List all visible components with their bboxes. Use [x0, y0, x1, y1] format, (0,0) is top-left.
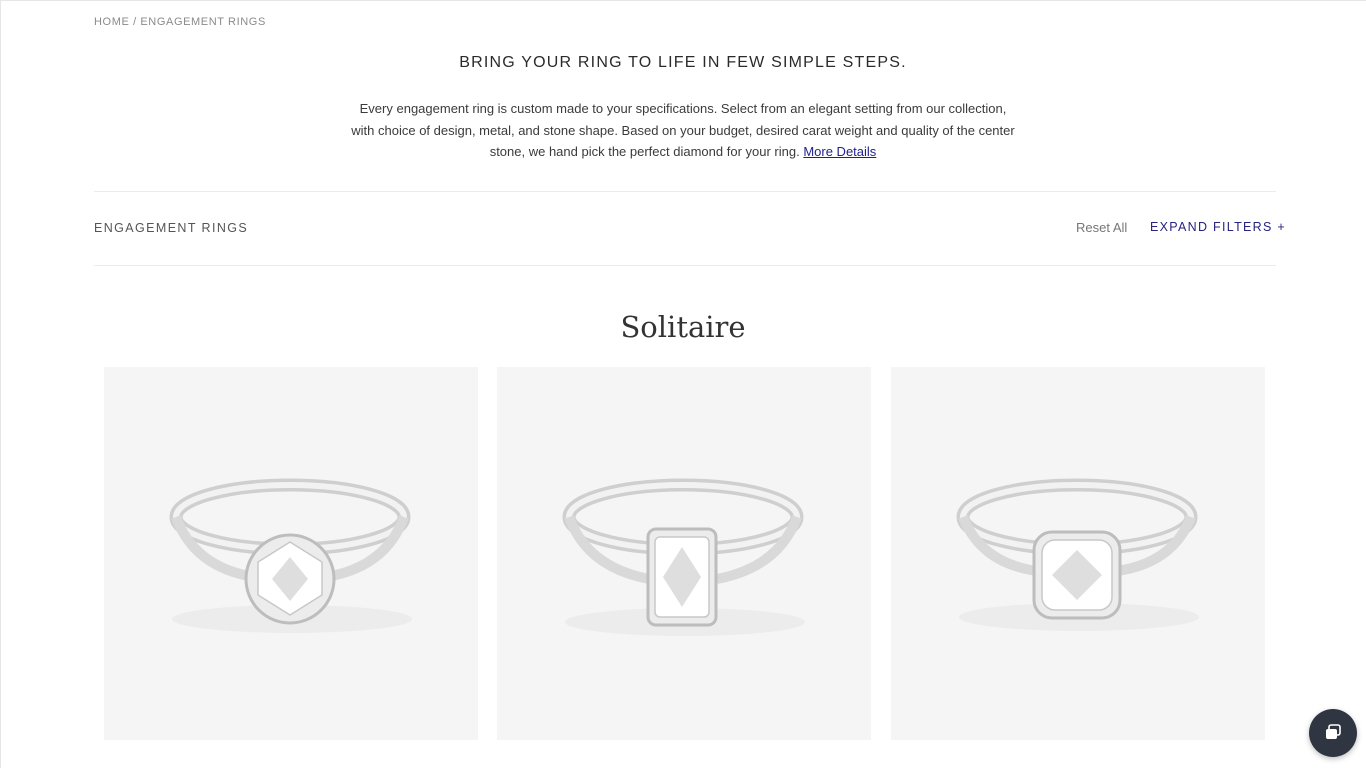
more-details-link[interactable]: More Details [803, 144, 876, 159]
product-card-radiant[interactable] [497, 367, 871, 740]
divider-bottom [94, 265, 1276, 266]
divider-top [94, 191, 1276, 192]
intro-title: BRING YOUR RING TO LIFE IN FEW SIMPLE ST… [459, 54, 907, 71]
breadcrumb-current: ENGAGEMENT RINGS [140, 16, 266, 28]
chat-icon [1326, 724, 1341, 739]
product-card-cushion[interactable] [891, 367, 1265, 740]
radiant-solitaire-ring-image [562, 478, 805, 636]
filter-bar-label: ENGAGEMENT RINGS [94, 221, 249, 235]
product-card-round[interactable] [104, 367, 478, 740]
intro-paragraph: Every engagement ring is custom made to … [351, 101, 1015, 159]
breadcrumb: HOME / ENGAGEMENT RINGS [94, 16, 266, 28]
section-title: Solitaire [620, 310, 746, 344]
chat-button[interactable] [1309, 709, 1357, 757]
round-solitaire-ring-image [169, 478, 412, 633]
intro-text: Every engagement ring is custom made to … [350, 98, 1016, 163]
breadcrumb-separator: / [133, 16, 137, 28]
reset-all-button[interactable]: Reset All [1076, 220, 1127, 235]
cushion-solitaire-ring-image [956, 478, 1199, 631]
breadcrumb-home-link[interactable]: HOME [94, 16, 129, 28]
expand-filters-button[interactable]: EXPAND FILTERS + [1150, 220, 1286, 234]
